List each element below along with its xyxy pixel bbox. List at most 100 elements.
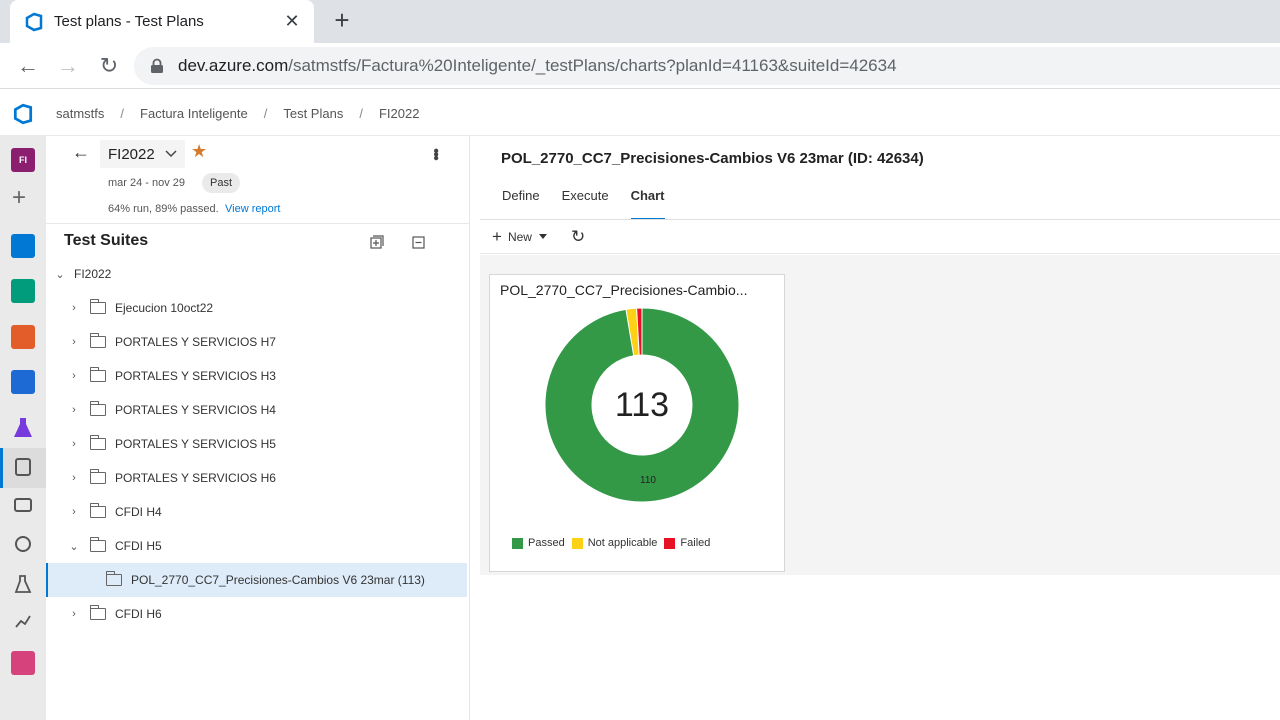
- breadcrumb: satmstfs / Factura Inteligente / Test Pl…: [56, 105, 420, 121]
- more-options-icon[interactable]: •••: [426, 148, 444, 159]
- tab-execute[interactable]: Execute: [562, 188, 609, 220]
- legend-item-failed: Failed: [664, 537, 710, 549]
- tree-item[interactable]: › Ejecucion 10oct22: [46, 291, 467, 325]
- parameters-icon[interactable]: [15, 536, 31, 552]
- chevron-right-icon[interactable]: ›: [68, 404, 80, 416]
- forward-icon[interactable]: →: [55, 53, 81, 79]
- favorite-star-icon[interactable]: ★: [191, 141, 207, 162]
- overview-icon[interactable]: [11, 234, 35, 258]
- test-plans-sub-icon[interactable]: [15, 458, 31, 476]
- tree-item[interactable]: › PORTALES Y SERVICIOS H6: [46, 461, 467, 495]
- tab-define[interactable]: Define: [502, 188, 540, 220]
- side-panel: ← FI2022 ★ ••• mar 24 - nov 29 Past 64% …: [46, 136, 470, 720]
- legend-item-passed: Passed: [512, 537, 565, 549]
- azure-devops-logo-icon[interactable]: [12, 103, 34, 125]
- breadcrumb-test-plans[interactable]: Test Plans: [283, 106, 343, 121]
- lock-icon: [151, 58, 163, 73]
- legend-item-not-applicable: Not applicable: [571, 537, 657, 549]
- configurations-icon[interactable]: [13, 574, 33, 599]
- breadcrumb-org[interactable]: satmstfs: [56, 106, 104, 121]
- new-tab-button[interactable]: +: [328, 7, 356, 35]
- boards-icon[interactable]: [11, 279, 35, 303]
- main-content: POL_2770_CC7_Precisiones-Cambios V6 23ma…: [470, 136, 1280, 720]
- tree-item[interactable]: › PORTALES Y SERVICIOS H4: [46, 393, 467, 427]
- tree-item[interactable]: › PORTALES Y SERVICIOS H5: [46, 427, 467, 461]
- expand-all-icon[interactable]: [370, 235, 384, 249]
- chevron-right-icon[interactable]: ›: [68, 336, 80, 348]
- tab-bar: Define Execute Chart: [502, 188, 687, 220]
- folder-icon: [89, 605, 106, 620]
- repos-icon[interactable]: [11, 325, 35, 349]
- plan-selector[interactable]: FI2022: [100, 140, 185, 168]
- folder-icon: [105, 571, 122, 586]
- chevron-right-icon[interactable]: ›: [68, 438, 80, 450]
- collapse-all-icon[interactable]: [412, 236, 425, 249]
- artifacts-icon[interactable]: [11, 651, 35, 675]
- slice-value-label: 110: [640, 475, 656, 486]
- browser-tab[interactable]: Test plans - Test Plans ✕: [10, 0, 314, 43]
- breadcrumb-project[interactable]: Factura Inteligente: [140, 106, 248, 121]
- chart-total-label: 113: [615, 386, 669, 424]
- plan-summary: 64% run, 89% passed.: [108, 203, 219, 215]
- view-report-link[interactable]: View report: [225, 203, 280, 215]
- refresh-icon[interactable]: ↻: [571, 227, 585, 247]
- donut-chart: 113 110: [544, 307, 740, 503]
- folder-icon: [89, 537, 106, 552]
- folder-icon: [89, 367, 106, 382]
- tree-item[interactable]: › PORTALES Y SERVICIOS H3: [46, 359, 467, 393]
- test-plans-icon[interactable]: [11, 416, 35, 440]
- plan-header: ← FI2022 ★ ••• mar 24 - nov 29 Past 64% …: [46, 136, 470, 224]
- plan-name: FI2022: [108, 145, 155, 163]
- chevron-right-icon[interactable]: ›: [68, 302, 80, 314]
- folder-icon: [89, 401, 106, 416]
- back-icon[interactable]: ←: [15, 53, 41, 79]
- back-arrow-icon[interactable]: ←: [72, 142, 90, 163]
- browser-tabstrip: Test plans - Test Plans ✕ +: [0, 0, 1280, 43]
- app-header: satmstfs / Factura Inteligente / Test Pl…: [0, 90, 1280, 136]
- tree-item[interactable]: › CFDI H4: [46, 495, 467, 529]
- browser-toolbar: ← → ↻ dev.azure.com/satmstfs/Factura%20I…: [0, 43, 1280, 89]
- tab-title: Test plans - Test Plans: [54, 13, 204, 30]
- tree-item[interactable]: › CFDI H6: [46, 597, 467, 631]
- test-suites-title: Test Suites: [64, 232, 149, 249]
- breadcrumb-plan[interactable]: FI2022: [379, 106, 419, 121]
- chevron-down-icon: [165, 150, 177, 158]
- close-icon[interactable]: ✕: [282, 11, 302, 32]
- chevron-down-icon[interactable]: ⌄: [54, 268, 66, 281]
- caret-down-icon: [538, 234, 547, 239]
- chevron-right-icon[interactable]: ›: [68, 472, 80, 484]
- chart-card[interactable]: POL_2770_CC7_Precisiones-Cambio... 113 1…: [489, 274, 785, 572]
- project-avatar[interactable]: FI: [11, 148, 35, 172]
- chart-title: POL_2770_CC7_Precisiones-Cambio...: [500, 282, 748, 298]
- address-bar[interactable]: dev.azure.com/satmstfs/Factura%20Intelig…: [134, 47, 1280, 85]
- tree-item[interactable]: › PORTALES Y SERVICIOS H7: [46, 325, 467, 359]
- progress-report-icon[interactable]: [14, 498, 32, 512]
- left-nav: FI +: [0, 136, 46, 720]
- folder-icon: [89, 299, 106, 314]
- tree-item-selected[interactable]: POL_2770_CC7_Precisiones-Cambios V6 23ma…: [46, 563, 467, 597]
- tab-chart[interactable]: Chart: [630, 188, 665, 220]
- page-title: POL_2770_CC7_Precisiones-Cambios V6 23ma…: [501, 150, 924, 167]
- folder-icon: [89, 435, 106, 450]
- chevron-right-icon[interactable]: ›: [68, 608, 80, 620]
- reload-icon[interactable]: ↻: [96, 53, 122, 79]
- chevron-right-icon[interactable]: ›: [68, 370, 80, 382]
- tree-root[interactable]: ⌄ FI2022: [46, 257, 467, 291]
- pipelines-icon[interactable]: [11, 370, 35, 394]
- folder-icon: [89, 333, 106, 348]
- runs-icon[interactable]: [13, 611, 33, 636]
- plus-icon: +: [492, 226, 502, 246]
- chevron-down-icon[interactable]: ⌄: [68, 540, 80, 553]
- chevron-right-icon[interactable]: ›: [68, 506, 80, 518]
- tree-item[interactable]: ⌄ CFDI H5: [46, 529, 467, 563]
- command-bar: + New ↻: [480, 220, 1280, 254]
- url-text: dev.azure.com/satmstfs/Factura%20Intelig…: [178, 56, 897, 75]
- folder-icon: [89, 503, 106, 518]
- status-badge: Past: [202, 173, 241, 193]
- folder-icon: [89, 469, 106, 484]
- azure-devops-icon: [25, 12, 43, 31]
- chart-legend: Passed Not applicable Failed: [512, 537, 717, 549]
- new-chart-button[interactable]: + New: [492, 227, 547, 247]
- add-icon[interactable]: +: [12, 186, 26, 210]
- plan-dates: mar 24 - nov 29: [108, 177, 186, 189]
